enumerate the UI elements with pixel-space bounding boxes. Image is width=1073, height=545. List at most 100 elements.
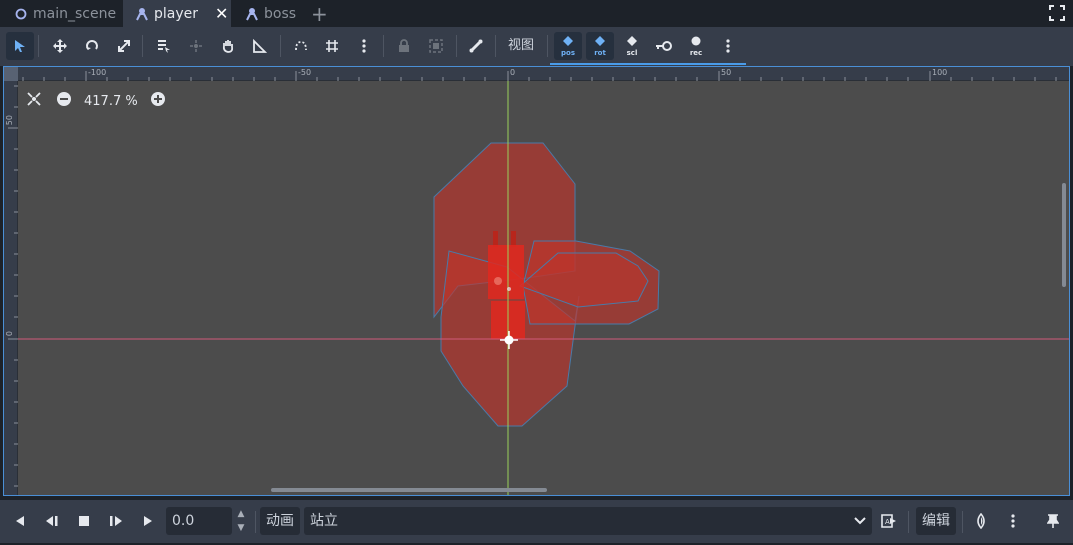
zoom-widget: 417.7 %	[26, 91, 166, 111]
play-backwards-button[interactable]	[40, 509, 64, 533]
autoplay-on-load-button[interactable]: A	[877, 509, 901, 533]
kebab-menu-icon	[362, 39, 366, 53]
group-button[interactable]	[422, 32, 450, 60]
tab-label: boss	[264, 5, 297, 22]
play-icon	[144, 516, 152, 526]
toolbar-separator	[962, 511, 963, 533]
anim-key-active-underline	[550, 63, 746, 65]
toolbar-separator	[495, 35, 496, 57]
autoplay-icon: A	[881, 514, 896, 528]
select-mode-button[interactable]	[6, 32, 34, 60]
onion-options-button[interactable]	[1001, 509, 1025, 533]
toolbar-separator	[280, 35, 281, 57]
zoom-in-icon[interactable]	[150, 91, 166, 111]
zoom-reset-icon[interactable]	[26, 91, 42, 111]
vertical-scrollbar[interactable]	[1062, 183, 1066, 287]
ruler-label: 0	[510, 68, 516, 77]
ruler-icon	[253, 39, 267, 53]
key-position-icon: pos	[561, 36, 575, 57]
toolbar-separator	[255, 511, 256, 533]
tab-player[interactable]: player ✕	[123, 0, 231, 27]
ruler-label: -50	[298, 68, 312, 77]
key-rotation-icon: rot	[594, 36, 606, 57]
pin-panel-button[interactable]	[1041, 509, 1065, 533]
hand-icon	[222, 40, 234, 53]
close-icon[interactable]: ✕	[215, 4, 228, 23]
skeleton-button[interactable]	[462, 32, 490, 60]
animation-menu-button[interactable]: 动画	[260, 507, 300, 535]
snap-options-button[interactable]	[350, 32, 378, 60]
chevron-down-icon	[854, 507, 866, 545]
stop-button[interactable]	[72, 509, 96, 533]
horizontal-scrollbar[interactable]	[271, 488, 547, 492]
svg-text:A: A	[885, 518, 890, 526]
scale-icon	[118, 40, 130, 52]
ruler-vertical[interactable]: 50 0	[4, 67, 18, 495]
ruler-horizontal[interactable]: -100 -50 0 50 100	[4, 67, 1069, 81]
ruler-mode-button[interactable]	[246, 32, 274, 60]
kebab-menu-icon	[1011, 514, 1015, 528]
play-backwards-from-end-button[interactable]	[8, 509, 32, 533]
pointer-icon	[15, 40, 25, 52]
grid-icon	[326, 40, 338, 52]
toolbar-separator	[547, 35, 548, 57]
scene-circle-icon	[14, 7, 28, 21]
bone-icon	[469, 39, 483, 53]
canvas-viewport[interactable]: -100 -50 0 50 100 50 0 417.7 %	[3, 66, 1070, 496]
svg-text:scl: scl	[627, 49, 638, 57]
tab-label: player	[154, 5, 199, 22]
tab-boss[interactable]: boss	[233, 0, 308, 27]
zoom-out-icon[interactable]	[56, 91, 72, 111]
pan-mode-button[interactable]	[214, 32, 242, 60]
insert-key-button[interactable]	[650, 32, 678, 60]
key-scale-toggle[interactable]: scl	[618, 32, 646, 60]
play-from-current-icon	[110, 516, 122, 526]
ruler-label: -100	[88, 68, 107, 77]
zoom-level[interactable]: 417.7 %	[84, 94, 138, 109]
move-mode-button[interactable]	[46, 32, 74, 60]
pivot-mode-button[interactable]	[182, 32, 210, 60]
key-rotation-toggle[interactable]: rot	[586, 32, 614, 60]
chevron-down-icon[interactable]: ▼	[233, 521, 249, 535]
lock-button[interactable]	[390, 32, 418, 60]
list-select-button[interactable]	[150, 32, 178, 60]
edit-menu-button[interactable]: 编辑	[916, 507, 956, 535]
toolbar-separator	[908, 511, 909, 533]
add-tab-icon[interactable]: +	[311, 2, 328, 26]
onion-skin-icon	[977, 513, 985, 529]
rotate-icon	[86, 40, 98, 50]
toolbar-separator	[142, 35, 143, 57]
view-menu-button[interactable]: 视图	[502, 32, 540, 60]
svg-text:rec: rec	[690, 49, 702, 57]
chevron-up-icon[interactable]: ▲	[233, 507, 249, 521]
play-button[interactable]	[136, 509, 160, 533]
player-sprite[interactable]	[488, 231, 525, 339]
ruler-label: 50	[5, 115, 14, 126]
svg-text:rot: rot	[594, 49, 606, 57]
ruler-label: 50	[721, 68, 732, 77]
play-backwards-from-current-icon	[46, 516, 58, 526]
ruler-label: 0	[5, 331, 14, 337]
snap-icon	[295, 41, 307, 51]
smart-snap-button[interactable]	[287, 32, 315, 60]
key-position-toggle[interactable]: pos	[554, 32, 582, 60]
anim-options-button[interactable]	[714, 32, 742, 60]
animation-time-input[interactable]: 0.0	[166, 507, 232, 535]
time-spinner[interactable]: ▲ ▼	[233, 507, 249, 535]
scale-mode-button[interactable]	[110, 32, 138, 60]
svg-text:pos: pos	[561, 49, 575, 57]
play-from-current-button[interactable]	[104, 509, 128, 533]
toolbar-separator	[38, 35, 39, 57]
scene-canvas[interactable]	[18, 81, 1069, 495]
rotate-mode-button[interactable]	[78, 32, 106, 60]
stop-icon	[79, 516, 89, 526]
list-select-icon	[158, 40, 170, 53]
tab-main-scene[interactable]: main_scene	[2, 0, 128, 27]
animation-select[interactable]: 站立	[304, 507, 872, 535]
auto-key-button[interactable]: rec	[682, 32, 710, 60]
toolbar-separator	[456, 35, 457, 57]
group-icon	[429, 39, 443, 53]
onion-skinning-button[interactable]	[969, 509, 993, 533]
fullscreen-icon[interactable]	[1049, 5, 1065, 21]
grid-snap-button[interactable]	[318, 32, 346, 60]
